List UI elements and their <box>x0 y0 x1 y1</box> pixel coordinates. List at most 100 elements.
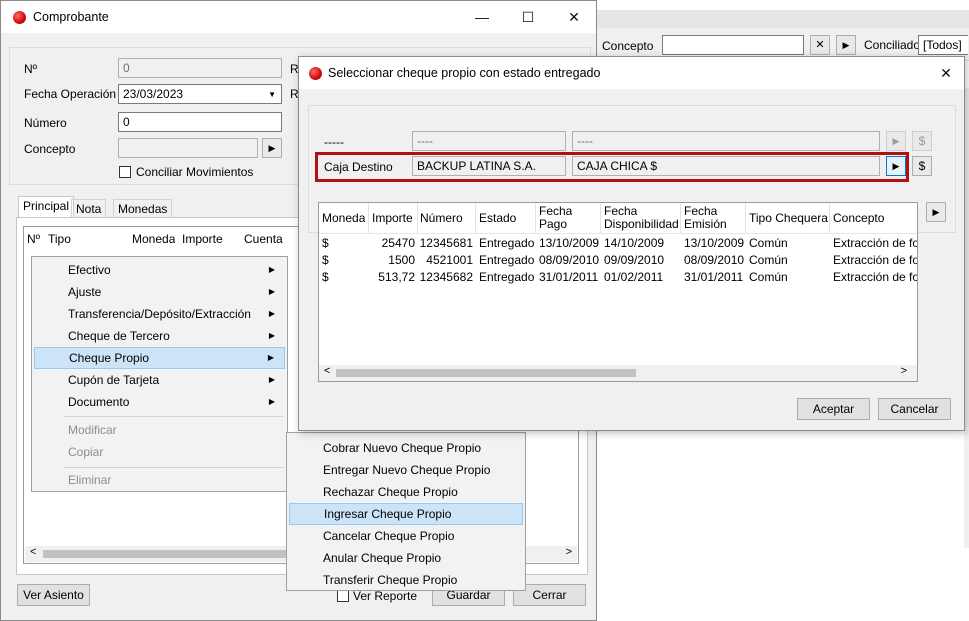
col-divider <box>829 203 830 233</box>
bg-conciliado-select[interactable]: [Todos] <box>918 35 968 55</box>
cell-moneda: $ <box>322 253 329 267</box>
concepto-nav-button[interactable]: ▶ <box>262 138 282 158</box>
col-header-estado[interactable]: Estado <box>479 212 516 225</box>
bg-nav-button[interactable]: ▶ <box>836 35 856 55</box>
col-header-moneda[interactable]: Moneda <box>322 212 365 225</box>
concepto-field <box>118 138 258 158</box>
table-row[interactable]: $ 25470 12345681 Entregado 13/10/2009 14… <box>319 234 917 251</box>
table-row[interactable]: $ 513,72 12345682 Entregado 31/01/2011 0… <box>319 268 917 285</box>
chevron-right-icon: ▶ <box>268 397 275 406</box>
cell-estado: Entregado <box>479 270 535 284</box>
row1-field1: ---- <box>412 131 566 151</box>
cell-fecha-emision: 08/09/2010 <box>684 253 745 267</box>
bg-concepto-input[interactable] <box>662 35 804 55</box>
col-header-fecha-emision[interactable]: Fecha Emisión <box>684 205 727 231</box>
app-icon <box>13 11 26 24</box>
col-header-numero[interactable]: Número <box>420 212 463 225</box>
submenu-item-entregar[interactable]: Entregar Nuevo Cheque Propio <box>289 459 523 481</box>
scroll-right-icon[interactable]: > <box>901 365 907 377</box>
submenu-item-ingresar[interactable]: Ingresar Cheque Propio <box>289 503 523 525</box>
submenu-item-anular[interactable]: Anular Cheque Propio <box>289 547 523 569</box>
chevron-right-icon: ▶ <box>268 375 275 384</box>
col-header-concepto[interactable]: Concepto <box>833 212 884 225</box>
bg-clear-button[interactable]: ✕ <box>810 35 830 55</box>
grid-side-nav-button[interactable]: ▶ <box>926 202 946 222</box>
submenu-item-cobrar[interactable]: Cobrar Nuevo Cheque Propio <box>289 437 523 459</box>
cell-importe: 513,72 <box>378 270 415 284</box>
cancelar-button[interactable]: Cancelar <box>878 398 951 420</box>
grid-col-moneda: Moneda <box>132 233 176 246</box>
col-header-tipo-chequera[interactable]: Tipo Chequera <box>749 212 828 225</box>
aceptar-button[interactable]: Aceptar <box>797 398 870 420</box>
row1-field2: ---- <box>572 131 880 151</box>
menu-item-efectivo[interactable]: Efectivo ▶ <box>34 259 285 281</box>
submenu-item-transferir[interactable]: Transferir Cheque Propio <box>289 569 523 591</box>
scroll-right-icon[interactable]: > <box>566 546 572 558</box>
cell-concepto: Extracción de fondos <box>833 236 917 250</box>
col-header-importe[interactable]: Importe <box>372 212 413 225</box>
cell-moneda: $ <box>322 270 329 284</box>
cheque-propio-submenu: Cobrar Nuevo Cheque Propio Entregar Nuev… <box>286 432 526 591</box>
chevron-right-icon: ▶ <box>268 309 275 318</box>
menu-item-eliminar: Eliminar <box>68 473 112 487</box>
cheques-grid-scrollbar[interactable]: < > <box>319 365 917 381</box>
menu-item-ajuste[interactable]: Ajuste ▶ <box>34 281 285 303</box>
grid-col-tipo: Tipo <box>48 233 71 246</box>
col-header-fecha-disponibilidad[interactable]: Fecha Disponibilidad <box>604 205 679 231</box>
maximize-button[interactable]: ☐ <box>505 1 551 33</box>
cell-concepto: Extracción de fondos <box>833 270 917 284</box>
cell-fecha-disponibilidad: 09/09/2010 <box>604 253 665 267</box>
cell-moneda: $ <box>322 236 329 250</box>
numero-label: Nº <box>24 62 38 76</box>
cell-fecha-pago: 08/09/2010 <box>539 253 600 267</box>
concepto-label: Concepto <box>24 142 76 156</box>
tab-principal[interactable]: Principal <box>18 196 75 218</box>
dialog-title: Seleccionar cheque propio con estado ent… <box>328 66 601 80</box>
table-row[interactable]: $ 1500 4521001 Entregado 08/09/2010 09/0… <box>319 251 917 268</box>
conciliar-checkbox[interactable] <box>119 166 131 178</box>
ver-asiento-button[interactable]: Ver Asiento <box>17 584 90 606</box>
close-button[interactable]: ✕ <box>551 1 597 33</box>
numero2-label: Número <box>24 116 67 130</box>
menu-item-cheque-tercero[interactable]: Cheque de Tercero ▶ <box>34 325 285 347</box>
bg-concepto-label: Concepto <box>602 39 654 53</box>
app-icon <box>309 67 322 80</box>
caja-destino-dollar-button[interactable]: $ <box>912 156 932 176</box>
fecha-operacion-select[interactable]: 23/03/2023 ▼ <box>118 84 282 104</box>
submenu-item-cancelar[interactable]: Cancelar Cheque Propio <box>289 525 523 547</box>
row1-label: ----- <box>324 135 344 149</box>
cell-concepto: Extracción de fondos <box>833 253 917 267</box>
caja-destino-nav-button[interactable]: ▶ <box>886 156 906 176</box>
submenu-item-rechazar[interactable]: Rechazar Cheque Propio <box>289 481 523 503</box>
fecha-operacion-value: 23/03/2023 <box>123 87 184 101</box>
ver-reporte-checkbox[interactable] <box>337 590 349 602</box>
col-header-fecha-pago[interactable]: Fecha Pago <box>539 205 572 231</box>
menu-item-transferencia[interactable]: Transferencia/Depósito/Extracción ▶ <box>34 303 285 325</box>
cell-fecha-disponibilidad: 01/02/2011 <box>604 270 664 284</box>
cell-fecha-emision: 13/10/2009 <box>684 236 745 250</box>
menu-item-modificar: Modificar <box>68 423 117 437</box>
dialog-close-button[interactable]: ✕ <box>928 57 964 89</box>
caja-destino-label: Caja Destino <box>324 160 393 174</box>
tab-monedas[interactable]: Monedas <box>113 199 173 219</box>
minimize-button[interactable]: — <box>459 1 505 33</box>
menu-item-cupon-tarjeta[interactable]: Cupón de Tarjeta ▶ <box>34 369 285 391</box>
cheques-grid: Moneda Importe Número Estado Fecha Pago F… <box>318 202 918 382</box>
menu-item-documento[interactable]: Documento ▶ <box>34 391 285 413</box>
grid-col-numero: Nº <box>27 233 41 246</box>
numero2-input[interactable]: 0 <box>118 112 282 132</box>
chevron-down-icon[interactable]: ▼ <box>268 88 276 102</box>
scroll-left-icon[interactable]: < <box>30 546 36 558</box>
cell-numero: 4521001 <box>426 253 473 267</box>
scroll-left-icon[interactable]: < <box>324 365 330 377</box>
tab-nota[interactable]: Nota <box>71 199 107 219</box>
row1-dollar-button: $ <box>912 131 932 151</box>
chevron-right-icon: ▶ <box>268 287 275 296</box>
cell-importe: 25470 <box>381 236 415 250</box>
menu-item-cheque-propio[interactable]: Cheque Propio ▶ <box>34 347 285 369</box>
scroll-thumb[interactable] <box>336 369 636 377</box>
ver-reporte-label: Ver Reporte <box>353 589 418 603</box>
comprobante-titlebar: Comprobante — ☐ ✕ <box>1 1 596 33</box>
col-divider <box>745 203 746 233</box>
chevron-right-icon: ▶ <box>268 265 275 274</box>
